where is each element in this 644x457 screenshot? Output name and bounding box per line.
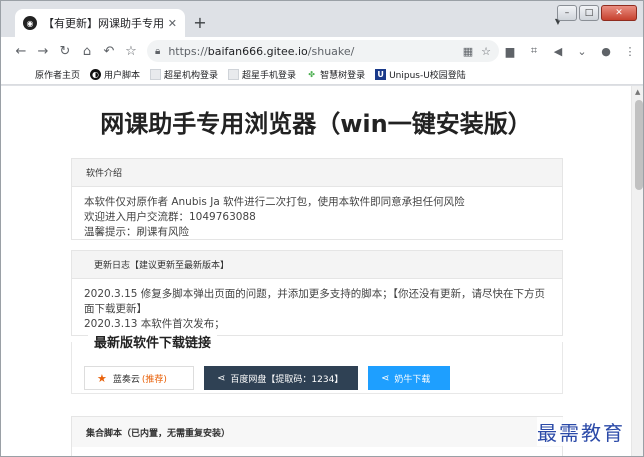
download-section: 最新版软件下载链接 ★ 蓝奏云 (推荐) ⋖ 百度网盘【提取码：1234】 ⋖ … [71,332,563,394]
scripts-header: 集合脚本（已内置，无需重复安装） [72,417,562,447]
back-icon[interactable]: ← [11,44,31,59]
u-logo-icon: U [375,69,387,80]
reading-list-icon[interactable]: ▆ [501,45,519,58]
bookmark-label: Unipus-U校园登陆 [389,71,466,81]
bookmark-label: 原作者主页 [35,71,81,81]
changelog-header: 更新日志【建议更新至最新版本】 [72,251,562,279]
scripts-panel: 集合脚本（已内置，无需重复安装） [71,416,563,456]
url-scheme: https:// [168,44,208,58]
niu-label: 奶牛下载 [394,374,431,385]
browser-window: ◉ 【有更新】网课助手专用浏览器 ✕ + ▼ – □ ✕ ← → ↻ ⌂ ↶ ☆… [0,0,644,457]
page-viewport: 网课助手专用浏览器（win一键安装版） 软件介绍 本软件仅对原作者 Anubis… [1,86,631,456]
bookmarks-bar: 原作者主页 ◐ 用户脚本 超星机构登录 超星手机登录 ✤ 智慧树登录 U Uni… [1,65,643,85]
url-host: baifan666.gitee.io [207,44,308,58]
bookmark-unipus[interactable]: U Unipus-U校园登陆 [375,68,466,81]
undo-icon[interactable]: ↶ [99,44,119,59]
lock-icon: 🔒︎ [155,45,161,57]
bookmark-label: 超星机构登录 [164,71,219,81]
bookmark-star-icon[interactable]: ☆ [121,44,141,59]
download-buttons: ★ 蓝奏云 (推荐) ⋖ 百度网盘【提取码：1234】 ⋖ 奶牛下载 [84,366,450,390]
lanzou-download-button[interactable]: ★ 蓝奏云 (推荐) [84,366,194,390]
page-icon [228,69,240,80]
intro-body: 本软件仅对原作者 Anubis Ja 软件进行二次打包，使用本软件即同意承担任何… [72,187,562,248]
bookmark-label: 智慧树登录 [320,71,366,81]
mute-icon[interactable]: ◀ [549,45,567,58]
bookmark-zhihuishu[interactable]: ✤ 智慧树登录 [306,68,365,81]
minimize-icon[interactable]: – [557,5,577,21]
address-bar[interactable]: 🔒︎ https://baifan666.gitee.io/shuake/ ▦ … [147,40,499,62]
page-icon [150,69,162,80]
browser-toolbar: ← → ↻ ⌂ ↶ ☆ 🔒︎ https://baifan666.gitee.i… [1,37,643,65]
intro-line: 本软件仅对原作者 Anubis Ja 软件进行二次打包，使用本软件即同意承担任何… [84,196,465,208]
window-controls: – □ ✕ [557,5,637,21]
bookmark-user-scripts[interactable]: ◐ 用户脚本 [90,68,140,81]
bookmark-chaoxing-phone[interactable]: 超星手机登录 [228,68,296,81]
intro-header: 软件介绍 [72,159,562,187]
intro-panel: 软件介绍 本软件仅对原作者 Anubis Ja 软件进行二次打包，使用本软件即同… [71,158,563,240]
menu-icon[interactable]: ⋮ [621,45,639,58]
tab-title: 【有更新】网课助手专用浏览器 [43,17,164,30]
close-tab-icon[interactable]: ✕ [168,17,177,30]
url-path: /shuake/ [307,44,355,58]
tab-strip: ◉ 【有更新】网课助手专用浏览器 ✕ + ▼ – □ ✕ [1,1,643,37]
baidu-download-button[interactable]: ⋖ 百度网盘【提取码：1234】 [204,366,358,390]
changelog-body: 2020.3.15 修复多脚本弹出页面的问题，并添加更多支持的脚本；【你还没有更… [72,279,562,340]
intro-line: 温馨提示：刷课有风险 [84,226,189,238]
forward-icon[interactable]: → [33,44,53,59]
chevron-down-icon[interactable]: ⌄ [573,45,591,58]
profile-icon[interactable]: ● [597,45,615,58]
share-icon: ⋖ [217,372,226,384]
browser-tab[interactable]: ◉ 【有更新】网课助手专用浏览器 ✕ [15,9,185,37]
download-title: 最新版软件下载链接 [88,332,218,351]
url-text[interactable]: https://baifan666.gitee.io/shuake/ [168,45,454,58]
qr-code-icon[interactable]: ▦ [463,45,473,58]
bookmark-label: 用户脚本 [104,71,141,81]
reload-icon[interactable]: ↻ [55,44,75,59]
share-icon: ⋖ [381,372,390,384]
niu-download-button[interactable]: ⋖ 奶牛下载 [368,366,450,390]
vertical-scrollbar[interactable]: ▲ [631,86,643,456]
changelog-panel: 更新日志【建议更新至最新版本】 2020.3.15 修复多脚本弹出页面的问题，并… [71,250,563,336]
close-window-icon[interactable]: ✕ [601,5,637,21]
intro-line: 欢迎进入用户交流群：1049763088 [84,211,256,223]
changelog-line: 2020.3.13 本软件首次发布； [84,318,225,330]
new-tab-icon[interactable]: + [191,15,209,33]
extension-buttons: ▆ ⌗ ◀ ⌄ ● ⋮ [501,37,639,65]
leaf-icon: ✤ [308,70,315,79]
scroll-up-icon[interactable]: ▲ [635,88,640,96]
bookmark-label: 超星手机登录 [242,71,297,81]
baidu-label: 百度网盘【提取码：1234】 [230,374,344,385]
star-icon[interactable]: ☆ [481,45,491,58]
bookmark-chaoxing-org[interactable]: 超星机构登录 [150,68,218,81]
changelog-line: 2020.3.15 修复多脚本弹出页面的问题，并添加更多支持的脚本；【你还没有更… [84,288,546,315]
recommended-tag: (推荐) [141,374,167,385]
lanzou-label: 蓝奏云 [112,374,140,385]
bookmark-author-home[interactable]: 原作者主页 [35,68,80,81]
crop-icon[interactable]: ⌗ [525,44,543,58]
black-circle-icon: ◐ [90,69,102,80]
scrollbar-thumb[interactable] [635,100,643,190]
site-favicon-icon: ◉ [23,16,37,30]
watermark: 最需教育 [537,417,625,446]
star-icon: ★ [97,371,107,385]
home-icon[interactable]: ⌂ [77,44,97,59]
page-title: 网课助手专用浏览器（win一键安装版） [100,110,532,138]
maximize-icon[interactable]: □ [579,5,599,21]
